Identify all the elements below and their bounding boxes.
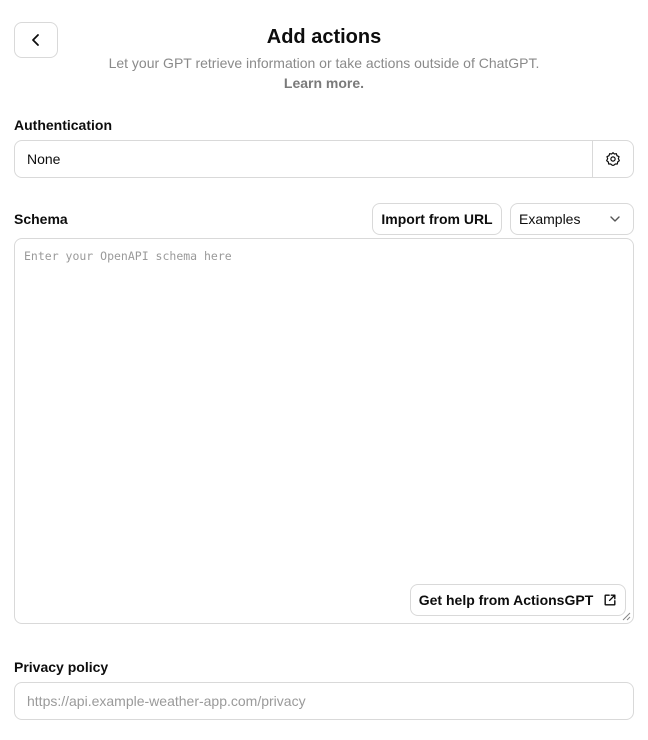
schema-textarea[interactable]: Enter your OpenAPI schema here Get help … bbox=[14, 238, 634, 624]
examples-select[interactable]: Examples bbox=[510, 203, 634, 235]
schema-label: Schema bbox=[14, 211, 68, 227]
authentication-label: Authentication bbox=[14, 117, 112, 133]
privacy-policy-input[interactable] bbox=[14, 682, 634, 720]
schema-placeholder: Enter your OpenAPI schema here bbox=[24, 249, 232, 263]
page-title: Add actions bbox=[266, 26, 382, 48]
authentication-settings-button[interactable] bbox=[592, 141, 633, 177]
add-actions-page: Add actions Let your GPT retrieve inform… bbox=[0, 0, 648, 740]
resize-handle-icon[interactable] bbox=[622, 612, 631, 621]
examples-select-label: Examples bbox=[519, 211, 581, 227]
actionsgpt-help-label: Get help from ActionsGPT bbox=[418, 592, 594, 608]
authentication-field: None bbox=[14, 140, 634, 178]
authentication-value[interactable]: None bbox=[15, 141, 592, 177]
import-from-url-button[interactable]: Import from URL bbox=[372, 203, 502, 235]
gear-icon bbox=[606, 152, 620, 166]
chevron-down-icon bbox=[610, 216, 620, 222]
page-subtitle: Let your GPT retrieve information or tak… bbox=[108, 55, 540, 71]
actionsgpt-help-button[interactable]: Get help from ActionsGPT bbox=[410, 584, 626, 616]
page-header: Add actions Let your GPT retrieve inform… bbox=[0, 24, 648, 93]
external-link-icon bbox=[604, 594, 616, 606]
privacy-policy-label: Privacy policy bbox=[14, 659, 109, 675]
learn-more-link[interactable]: Learn more. bbox=[0, 73, 648, 93]
